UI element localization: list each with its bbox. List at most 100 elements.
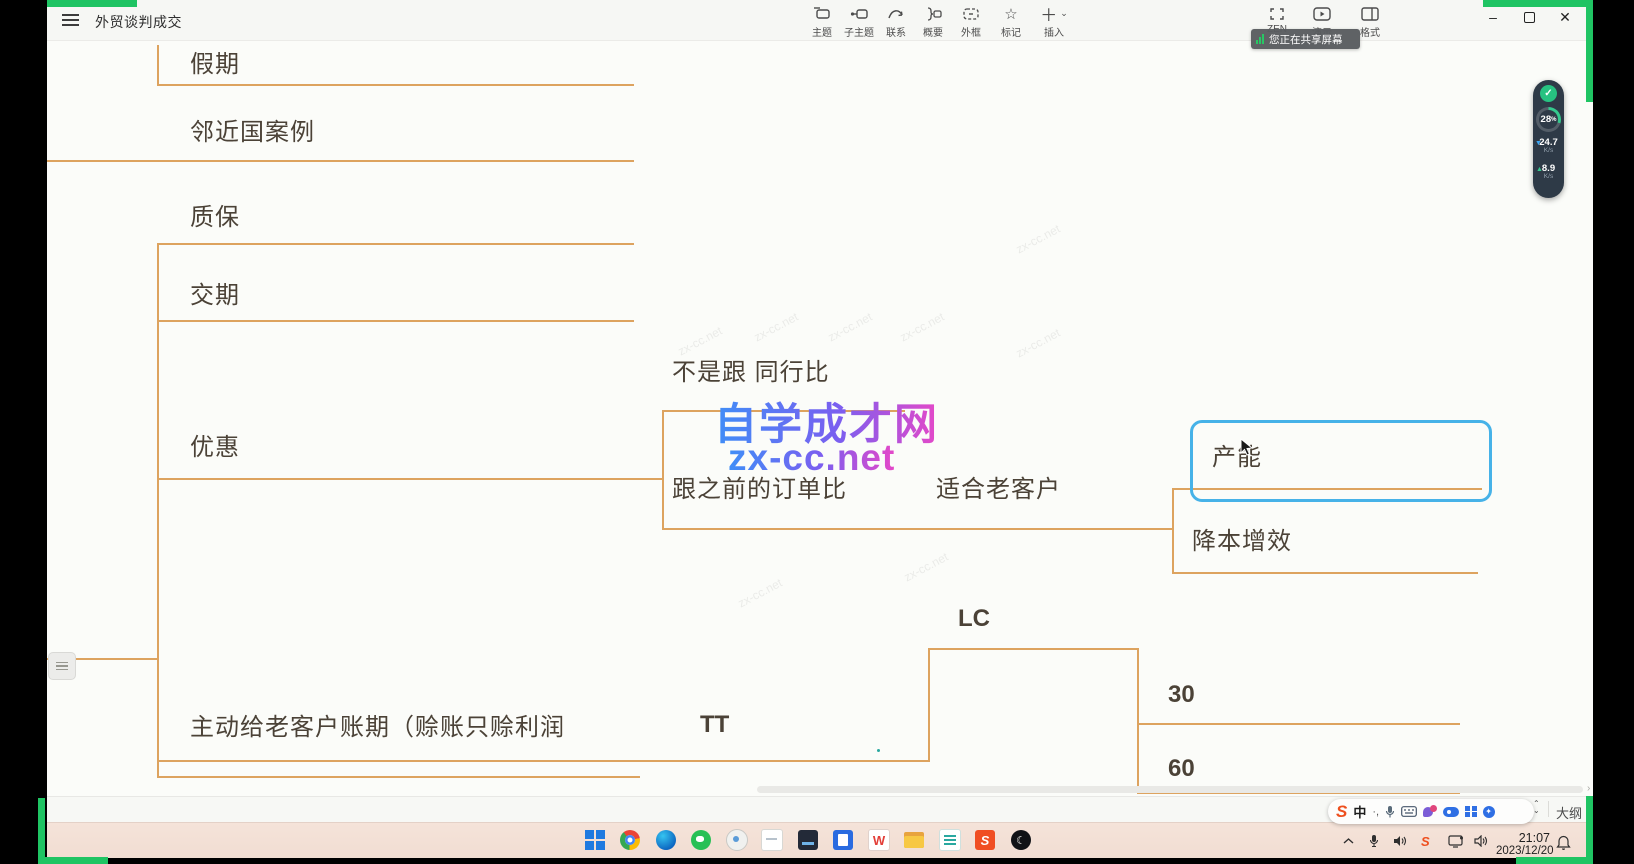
shield-check-icon: ✓	[1540, 85, 1557, 102]
node-cost-reduction[interactable]: 降本增效	[1192, 521, 1292, 556]
toolbar-subtopic-button[interactable]: 子主题	[839, 4, 879, 39]
battery-percent-ring: 28%	[1536, 107, 1561, 132]
outline-float-button[interactable]	[48, 652, 76, 680]
stray-dot	[877, 749, 880, 752]
taskbar-app-dark-icon[interactable]	[796, 828, 820, 852]
taskbar	[47, 822, 1593, 859]
scroll-right-arrow-icon[interactable]: ›	[1587, 783, 1590, 794]
tray-sogou-icon[interactable]: S	[1421, 832, 1430, 850]
taskbar-app-blue-icon[interactable]	[831, 828, 855, 852]
window-close-button[interactable]: ✕	[1552, 6, 1578, 28]
tray-time: 21:07	[1496, 831, 1550, 845]
tray-audio-device-icon[interactable]	[1393, 832, 1407, 850]
toolbar-boundary-button[interactable]: 外框	[951, 4, 991, 39]
branch-line	[157, 84, 634, 86]
download-unit: K/s	[1533, 148, 1564, 155]
taskbar-edge-icon[interactable]	[654, 828, 678, 852]
tray-microphone-icon[interactable]	[1369, 832, 1379, 850]
node-credit-terms[interactable]: 主动给老客户账期（赊账只赊利润	[190, 707, 565, 742]
topic-icon	[802, 4, 842, 23]
divider	[1548, 801, 1549, 817]
mouse-cursor	[1240, 438, 1254, 458]
branch-line	[1137, 648, 1139, 794]
maximize-icon	[1524, 12, 1535, 23]
document-title: 外贸谈判成交	[95, 12, 182, 32]
ime-skin-icon[interactable]	[1423, 805, 1437, 819]
share-frame-bottom-left-v	[38, 798, 45, 864]
share-frame-bottom-right-v	[1586, 796, 1593, 864]
boundary-icon	[951, 4, 991, 23]
node-30[interactable]: 30	[1168, 681, 1195, 709]
tray-notification-bell-icon[interactable]	[1556, 834, 1571, 852]
toast-text: 您正在共享屏幕	[1269, 32, 1343, 47]
tray-display-project-icon[interactable]	[1448, 832, 1464, 850]
menu-hamburger-icon[interactable]	[62, 14, 79, 26]
tray-clock[interactable]: 21:07 2023/12/20	[1496, 831, 1550, 859]
percent-value: 28	[1541, 114, 1552, 125]
node-tt[interactable]: TT	[700, 711, 729, 739]
taskbar-app-white-icon[interactable]	[760, 828, 784, 852]
plus-icon: ＋⌄	[1031, 4, 1077, 23]
taskbar-wps-icon[interactable]: W	[867, 828, 891, 852]
node-warranty[interactable]: 质保	[190, 197, 240, 232]
share-frame-top-right-v	[1586, 0, 1593, 102]
branch-line	[1172, 488, 1174, 574]
taskbar-windows-start-button[interactable]	[583, 828, 607, 852]
screen-share-toast: 您正在共享屏幕	[1251, 29, 1360, 49]
taskbar-wechat-icon[interactable]	[689, 828, 713, 852]
outline-view-button[interactable]: 大纲	[1556, 803, 1582, 822]
node-not-compare-peers[interactable]: 不是跟 同行比	[672, 352, 830, 387]
node-fit-old-customers[interactable]: 适合老客户	[936, 469, 1061, 504]
toolbar-summary-button[interactable]: 概要	[913, 4, 953, 39]
branch-line	[157, 320, 634, 322]
window-maximize-button[interactable]	[1516, 6, 1542, 28]
ime-punctuation-icon[interactable]: ·,	[1372, 806, 1379, 818]
toolbar-topic-button[interactable]: 主题	[802, 4, 842, 39]
ime-language-mode[interactable]: 中	[1353, 802, 1366, 821]
upload-unit: K/s	[1533, 174, 1564, 181]
node-neighbor-case[interactable]: 邻近国案例	[190, 112, 315, 147]
node-holiday[interactable]: 假期	[190, 44, 240, 79]
microphone-icon[interactable]	[1385, 805, 1395, 819]
node-delivery[interactable]: 交期	[190, 275, 240, 310]
node-lc[interactable]: LC	[958, 605, 990, 633]
share-frame-bottom-right-h	[1516, 857, 1593, 864]
letterbox-bottom	[47, 858, 1593, 864]
branch-line	[157, 760, 930, 762]
toolbar-relationship-button[interactable]: 联系	[876, 4, 916, 39]
taskbar-sogou-icon[interactable]: S	[973, 828, 997, 852]
ime-grid-icon[interactable]	[1465, 806, 1477, 818]
ime-toolbox-icon[interactable]: ✦	[1483, 806, 1495, 818]
chevron-down-icon: ⌄	[1060, 8, 1068, 19]
letterbox-right	[1593, 0, 1634, 864]
toolbar-insert-button[interactable]: ＋⌄ 插入	[1031, 4, 1077, 39]
toolbar-marker-button[interactable]: ☆ 标记	[991, 4, 1031, 39]
zoom-stepper-icon[interactable]: ⌃⌄	[1533, 800, 1540, 814]
taskbar-app-light-icon[interactable]	[725, 828, 749, 852]
window-minimize-button[interactable]: –	[1480, 6, 1506, 28]
watermark-site-url: zx-cc.net	[728, 437, 895, 479]
ime-smart-icon[interactable]	[1443, 807, 1459, 817]
taskbar-chrome-icon[interactable]	[618, 828, 642, 852]
subtopic-icon	[839, 4, 879, 23]
zen-brackets-icon	[1257, 4, 1297, 23]
node-discount[interactable]: 优惠	[190, 427, 240, 462]
branch-line	[157, 45, 159, 84]
tray-hidden-icons-chevron[interactable]	[1343, 832, 1354, 850]
tray-volume-icon[interactable]	[1474, 832, 1488, 850]
sogou-logo-icon[interactable]: S	[1336, 802, 1347, 822]
branch-line	[662, 410, 664, 530]
performance-widget[interactable]: ✓ 28% ▼ 24.7 K/s ▲ 8.9 K/s	[1533, 80, 1564, 198]
share-frame-top-left	[47, 0, 137, 7]
taskbar-app-teal-icon[interactable]	[938, 828, 962, 852]
branch-line	[662, 528, 1174, 530]
ime-toolbar[interactable]: S 中 ·, ✦	[1328, 799, 1534, 824]
keyboard-icon[interactable]	[1401, 806, 1417, 817]
node-capacity[interactable]: 产能	[1212, 437, 1262, 472]
play-presentation-icon	[1302, 4, 1342, 23]
node-60[interactable]: 60	[1168, 755, 1195, 783]
screen: 外贸谈判成交 主题 子主题 联系 概要 外框 ☆ 标记 ＋⌄ 插入	[0, 0, 1634, 864]
taskbar-file-explorer-icon[interactable]	[902, 828, 926, 852]
taskbar-darkmode-moon-icon[interactable]: ☾	[1009, 828, 1033, 852]
horizontal-scrollbar[interactable]	[757, 786, 1583, 793]
